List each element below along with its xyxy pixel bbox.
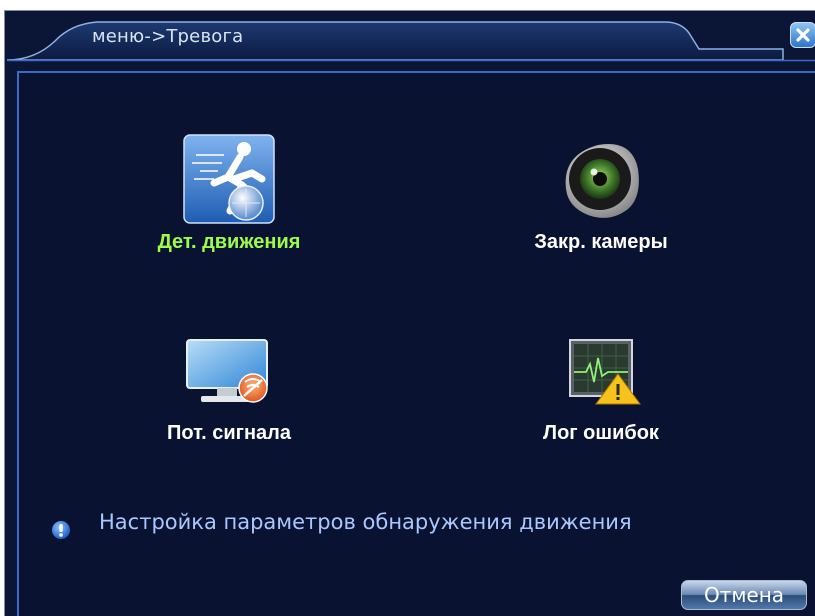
- cancel-button[interactable]: Отмена: [681, 580, 807, 610]
- tile-error-log[interactable]: Лог ошибок: [491, 338, 711, 478]
- tile-motion-detection[interactable]: Дет. движения: [119, 133, 339, 273]
- tile-label: Закр. камеры: [534, 231, 668, 253]
- tile-label: Лог ошибок: [543, 422, 659, 444]
- window-title: меню->Тревога: [92, 26, 244, 47]
- tile-label: Дет. движения: [157, 231, 301, 253]
- tile-camera-blind[interactable]: Закр. камеры: [491, 133, 711, 273]
- menu-panel: Дет. движения Закр. камеры Пот. сигнала …: [17, 71, 815, 616]
- close-button[interactable]: [790, 22, 815, 48]
- close-icon: [796, 28, 810, 42]
- camera-eye-icon: [565, 144, 639, 218]
- video-loss-icon: [186, 339, 268, 403]
- error-log-icon: [569, 339, 641, 405]
- alarm-menu-window: меню->Тревога Дет. движения Закр. камеры…: [4, 10, 815, 616]
- motion-detect-icon: [183, 134, 275, 224]
- tile-video-loss[interactable]: Пот. сигнала: [119, 338, 339, 478]
- hint-text: Настройка параметров обнаружения движени…: [99, 510, 632, 534]
- tile-label: Пот. сигнала: [166, 422, 292, 444]
- info-icon: [52, 521, 70, 539]
